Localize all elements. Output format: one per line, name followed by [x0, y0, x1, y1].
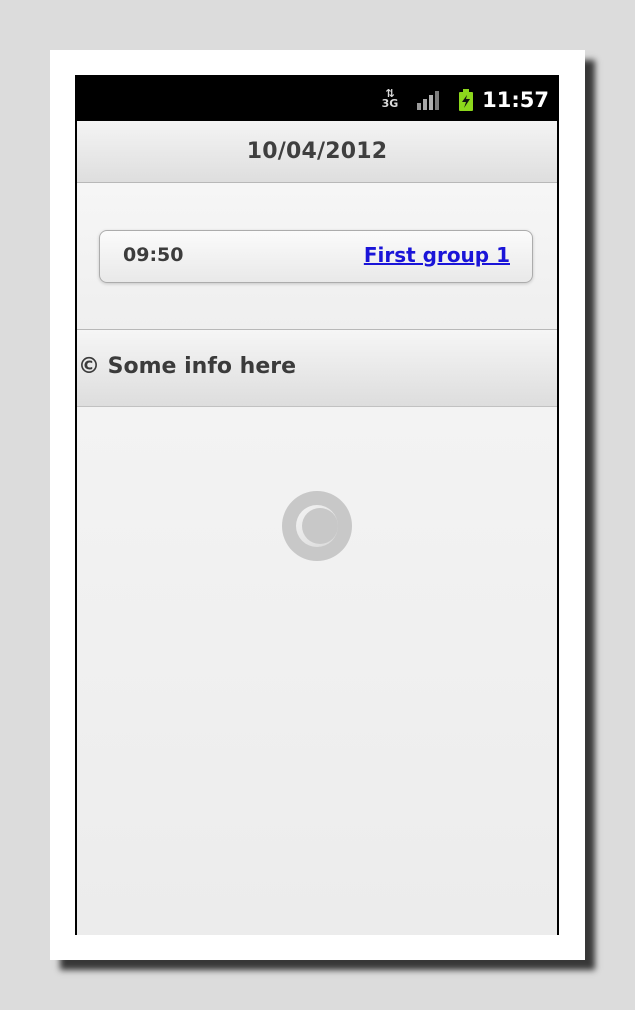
phone-screen: ⇅ 3G 11:57 10/04/2012 09:50 First group …	[75, 75, 559, 935]
page-header: 10/04/2012	[77, 121, 557, 183]
page-title: 10/04/2012	[246, 139, 388, 164]
status-bar: ⇅ 3G 11:57	[75, 75, 559, 121]
signal-strength-icon	[415, 89, 441, 111]
schedule-entry: 09:50 First group 1	[99, 230, 533, 283]
entry-time: 09:50	[123, 244, 184, 266]
loading-spinner-icon	[282, 491, 352, 561]
3g-data-icon: ⇅ 3G	[381, 87, 399, 110]
loading-area	[77, 407, 557, 935]
status-time: 11:57	[482, 88, 549, 112]
app-page: 10/04/2012 09:50 First group 1 © Some in…	[77, 121, 557, 935]
group-link[interactable]: First group 1	[364, 243, 510, 267]
content-area: 09:50 First group 1	[77, 183, 557, 330]
footer-info: © Some info here	[78, 354, 297, 379]
footer-bar: © Some info here	[77, 330, 557, 407]
battery-charging-icon	[457, 89, 475, 111]
